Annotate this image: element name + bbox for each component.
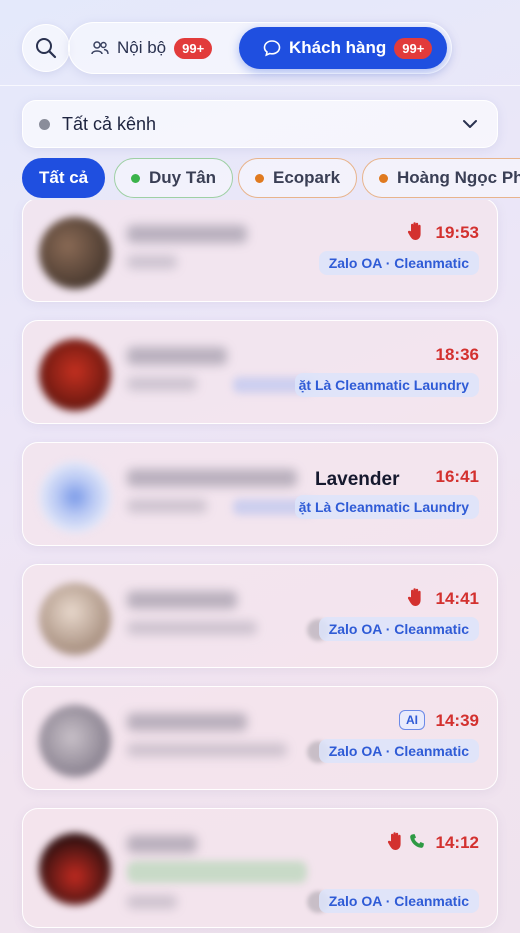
chip-ecopark-label: Ecopark bbox=[273, 168, 341, 187]
chip-hoang-ngoc-pha[interactable]: Hoàng Ngọc Pha bbox=[362, 158, 520, 198]
channel-tag: ặt Là Cleanmatic Laundry bbox=[294, 373, 479, 397]
channel-select[interactable]: Tất cả kênh bbox=[22, 100, 498, 148]
conversation-time: 16:41 bbox=[435, 467, 479, 486]
avatar bbox=[39, 705, 111, 777]
conversation-name-visible: Lavender bbox=[315, 469, 400, 490]
channel-tag: Zalo OA · Cleanmatic bbox=[318, 617, 479, 641]
avatar bbox=[39, 833, 111, 905]
top-bar: Nội bộ 99+ Khách hàng 99+ bbox=[0, 0, 520, 86]
blurred-preview bbox=[127, 621, 257, 635]
avatar bbox=[39, 583, 111, 655]
blurred-preview bbox=[127, 499, 207, 513]
conversation-time: 19:53 bbox=[435, 223, 479, 242]
hand-icon bbox=[407, 222, 421, 240]
hand-icon bbox=[407, 588, 421, 606]
blurred-name bbox=[127, 469, 297, 487]
blurred-name bbox=[127, 591, 237, 609]
tab-customers[interactable]: Khách hàng 99+ bbox=[239, 27, 447, 69]
blurred-preview bbox=[127, 895, 177, 909]
segmented-tabs: Nội bộ 99+ Khách hàng 99+ bbox=[68, 22, 452, 74]
conversation-item[interactable]: 19:53 Zalo OA · Cleanmatic bbox=[22, 200, 498, 302]
blurred-name bbox=[127, 835, 197, 853]
avatar bbox=[39, 339, 111, 411]
conversation-time: 14:39 bbox=[435, 711, 479, 730]
channel-tag: ặt Là Cleanmatic Laundry bbox=[294, 495, 479, 519]
chip-duy-tan-dot bbox=[131, 173, 140, 183]
phone-icon bbox=[410, 834, 424, 848]
conversation-item[interactable]: 18:36 ặt Là Cleanmatic Laundry bbox=[22, 320, 498, 424]
people-icon bbox=[91, 41, 109, 55]
tab-customers-label: Khách hàng bbox=[289, 38, 387, 57]
tab-internal[interactable]: Nội bộ 99+ bbox=[91, 27, 213, 69]
search-button[interactable] bbox=[22, 24, 70, 72]
blurred-preview bbox=[127, 743, 287, 757]
chip-hoang-ngoc-pha-label: Hoàng Ngọc Pha bbox=[397, 168, 520, 187]
chevron-down-icon bbox=[463, 120, 477, 128]
avatar bbox=[39, 217, 111, 289]
chat-bubble-icon bbox=[263, 40, 281, 57]
tab-internal-badge: 99+ bbox=[174, 37, 213, 59]
blurred-status bbox=[127, 861, 307, 883]
conversation-item[interactable]: Lavender 16:41 ặt Là Cleanmatic Laundry bbox=[22, 442, 498, 546]
chip-ecopark-dot bbox=[255, 173, 264, 183]
blurred-preview bbox=[127, 255, 177, 269]
chip-duy-tan-label: Duy Tân bbox=[149, 168, 217, 187]
hand-icon bbox=[387, 832, 401, 850]
conversation-list: 19:53 Zalo OA · Cleanmatic 18:36 ặt Là C… bbox=[0, 200, 520, 933]
filter-chips: Tất cả Duy Tân Ecopark Hoàng Ngọc Pha bbox=[0, 158, 520, 200]
search-icon bbox=[36, 38, 57, 59]
avatar bbox=[39, 461, 111, 533]
blurred-name bbox=[127, 225, 247, 243]
conversation-item[interactable]: 14:41 Zalo OA · Cleanmatic bbox=[22, 564, 498, 668]
channel-tag: Zalo OA · Cleanmatic bbox=[318, 889, 479, 913]
blurred-name bbox=[127, 713, 247, 731]
tab-customers-badge: 99+ bbox=[394, 37, 433, 59]
chip-all[interactable]: Tất cả bbox=[22, 158, 106, 198]
chip-duy-tan[interactable]: Duy Tân bbox=[114, 158, 234, 198]
blurred-preview bbox=[127, 377, 197, 391]
channel-tag: Zalo OA · Cleanmatic bbox=[318, 739, 479, 763]
channel-select-value: Tất cả kênh bbox=[62, 113, 157, 134]
conversation-time: 14:12 bbox=[435, 833, 479, 852]
channel-dot bbox=[39, 118, 50, 130]
chip-ecopark[interactable]: Ecopark bbox=[238, 158, 358, 198]
chip-hoang-ngoc-pha-dot bbox=[379, 173, 388, 183]
chip-all-label: Tất cả bbox=[39, 168, 89, 187]
tab-internal-label: Nội bộ bbox=[117, 38, 167, 57]
conversation-time: 18:36 bbox=[435, 345, 479, 364]
channel-tag: Zalo OA · Cleanmatic bbox=[318, 251, 479, 275]
conversation-time: 14:41 bbox=[435, 589, 479, 608]
conversation-item[interactable]: 14:12 Zalo OA · Cleanmatic bbox=[22, 808, 498, 928]
conversation-item[interactable]: AI 14:39 Zalo OA · Cleanmatic bbox=[22, 686, 498, 790]
blurred-name bbox=[127, 347, 227, 365]
ai-badge: AI bbox=[399, 710, 425, 730]
